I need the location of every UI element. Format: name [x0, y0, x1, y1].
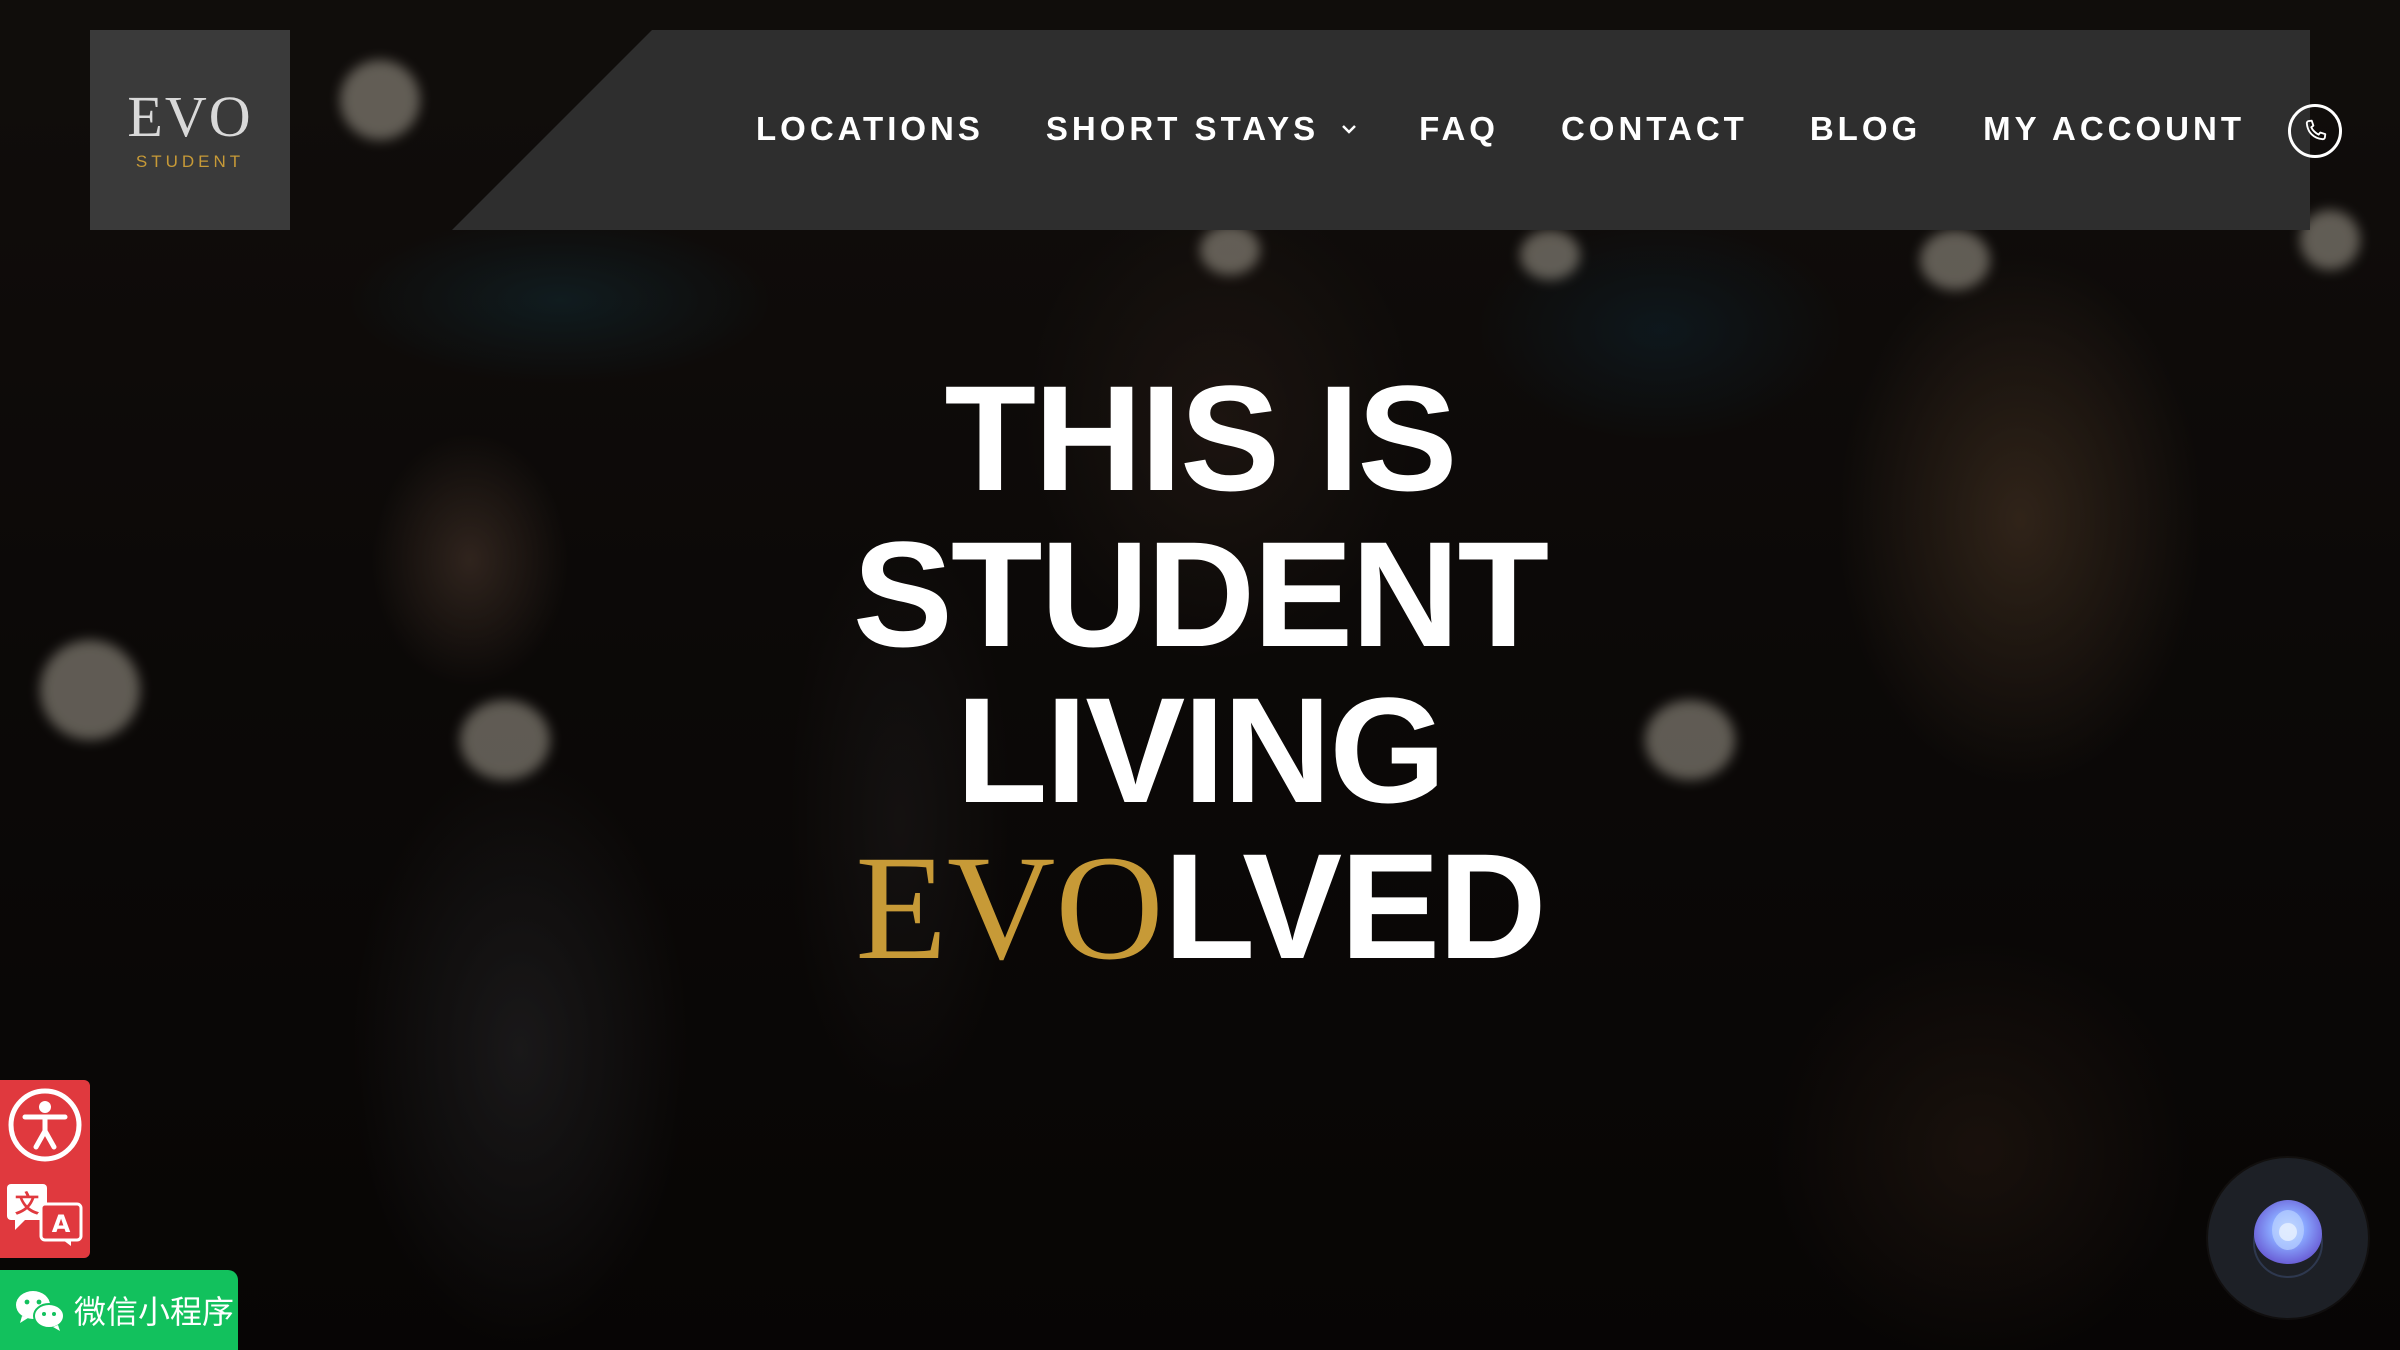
nav-short-stays-label: SHORT STAYS: [1045, 110, 1320, 147]
svg-text:文: 文: [15, 1190, 40, 1218]
nav-short-stays[interactable]: SHORT STAYS: [1046, 110, 1357, 148]
hero-evo-accent: EVO: [855, 825, 1164, 991]
accessibility-icon: [8, 1088, 82, 1162]
nav-contact-label: CONTACT: [1560, 110, 1748, 147]
hero-line-1: THIS IS: [944, 354, 1457, 522]
nav-contact[interactable]: CONTACT: [1561, 110, 1748, 148]
wechat-mini-program-button[interactable]: 微信小程序: [0, 1270, 238, 1350]
nav-my-account[interactable]: MY ACCOUNT: [1983, 110, 2245, 148]
wechat-label: 微信小程序: [74, 1293, 235, 1331]
nav-locations-label: LOCATIONS: [756, 110, 984, 147]
accessibility-button[interactable]: [7, 1087, 83, 1168]
chevron-down-icon: [1341, 124, 1357, 134]
hero-line-2: STUDENT: [852, 510, 1549, 678]
nav-locations[interactable]: LOCATIONS: [756, 110, 984, 148]
logo-wordmark: EVO: [127, 84, 253, 149]
hero-headline: THIS IS STUDENT LIVING EVOLVED: [0, 360, 2400, 986]
phone-button[interactable]: [2288, 104, 2342, 158]
wechat-icon: [16, 1291, 65, 1331]
hero-line-3: LIVING: [955, 666, 1446, 834]
translate-icon: 文 A: [7, 1184, 83, 1246]
hero-line-4: EVOLVED: [0, 828, 2400, 986]
main-navigation: LOCATIONS SHORT STAYS FAQ CONTACT BLOG M…: [756, 94, 2245, 164]
chat-assistant-icon: [2253, 1200, 2323, 1278]
phone-icon: [2305, 119, 2327, 141]
svg-text:A: A: [52, 1210, 71, 1238]
hero-line-4-rest: LVED: [1163, 822, 1547, 990]
site-logo[interactable]: EVO STUDENT: [90, 30, 290, 230]
nav-faq-label: FAQ: [1419, 110, 1499, 147]
logo-subtitle: STUDENT: [135, 152, 245, 171]
accessibility-panel: 文 A: [0, 1080, 90, 1258]
chat-assistant-button[interactable]: [2208, 1158, 2368, 1318]
nav-blog[interactable]: BLOG: [1810, 110, 1921, 148]
nav-my-account-label: MY ACCOUNT: [1983, 110, 2245, 147]
nav-faq[interactable]: FAQ: [1419, 110, 1499, 148]
translate-button[interactable]: 文 A: [5, 1182, 85, 1251]
nav-blog-label: BLOG: [1809, 110, 1922, 147]
